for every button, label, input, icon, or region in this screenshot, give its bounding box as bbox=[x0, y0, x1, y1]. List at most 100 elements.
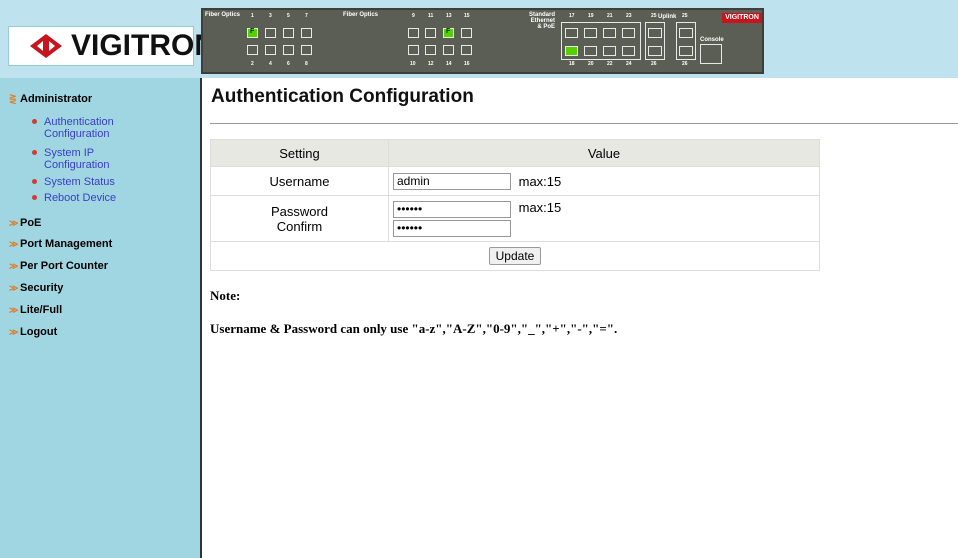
port-26 bbox=[648, 46, 662, 56]
brand-logo-icon bbox=[30, 34, 62, 58]
port-3 bbox=[265, 28, 276, 38]
sidebar-item-port-management[interactable]: ≫ Port Management bbox=[9, 238, 112, 250]
port-number: 22 bbox=[607, 61, 613, 67]
sidebar-item-poe[interactable]: ≫ PoE bbox=[9, 217, 41, 229]
port-16 bbox=[461, 45, 472, 55]
port-number: 24 bbox=[626, 61, 632, 67]
port-2 bbox=[247, 45, 258, 55]
sidebar-subitem-label: Reboot Device bbox=[44, 192, 117, 204]
sidebar-item-security[interactable]: ≫ Security bbox=[9, 282, 63, 294]
port-number: 5 bbox=[287, 13, 290, 19]
table-row: Password Confirm max:15 bbox=[210, 195, 820, 242]
port-number: 11 bbox=[428, 13, 434, 19]
port-22 bbox=[603, 46, 616, 56]
username-max-label: max:15 bbox=[518, 173, 562, 189]
column-header-setting: Setting bbox=[210, 139, 389, 167]
expanded-arrow-icon: ⋛ bbox=[9, 94, 17, 104]
port-20 bbox=[584, 46, 597, 56]
brand-badge: VIGITRON bbox=[722, 13, 762, 23]
sidebar-subitem-reboot[interactable]: Reboot Device bbox=[32, 192, 117, 204]
port-25 bbox=[648, 28, 662, 38]
port-number: 9 bbox=[412, 13, 415, 19]
port-15 bbox=[461, 28, 472, 38]
sidebar: ⋛ Administrator Authentication Configurat… bbox=[0, 78, 202, 558]
port-number: 14 bbox=[446, 61, 452, 67]
port-13: F bbox=[443, 28, 454, 38]
port-number: 13 bbox=[446, 13, 452, 19]
confirm-label: Confirm bbox=[276, 218, 323, 234]
collapsed-arrow-icon: ≫ bbox=[9, 305, 19, 315]
collapsed-arrow-icon: ≫ bbox=[9, 261, 19, 271]
port-number: 18 bbox=[569, 61, 575, 67]
port-number: 25 bbox=[651, 13, 657, 19]
port-10 bbox=[408, 45, 419, 55]
sidebar-subitem-label: Configuration bbox=[44, 159, 110, 171]
collapsed-arrow-icon: ≫ bbox=[9, 218, 19, 228]
bullet-icon bbox=[32, 179, 37, 184]
fiber-optics-label: Fiber Optics bbox=[205, 12, 241, 18]
port-number: 12 bbox=[428, 61, 434, 67]
fiber-optics-label: Fiber Optics bbox=[343, 12, 379, 18]
password-label: Password bbox=[270, 203, 329, 219]
port-23 bbox=[622, 28, 635, 38]
column-header-value: Value bbox=[388, 139, 820, 167]
port-number: 8 bbox=[305, 61, 308, 67]
port-number: 20 bbox=[588, 61, 594, 67]
bullet-icon bbox=[32, 195, 37, 200]
port-number: 15 bbox=[464, 13, 470, 19]
update-button[interactable]: Update bbox=[488, 247, 542, 265]
port-number: 21 bbox=[607, 13, 613, 19]
port-number: 17 bbox=[569, 13, 575, 19]
port-19 bbox=[584, 28, 597, 38]
port-number: 7 bbox=[305, 13, 308, 19]
port-5 bbox=[283, 28, 294, 38]
sidebar-subitem-label: System IP bbox=[44, 147, 95, 159]
update-cell: Update bbox=[210, 241, 820, 271]
sidebar-item-label: Logout bbox=[20, 326, 58, 338]
note-text: Username & Password can only use "a-z","… bbox=[210, 321, 618, 336]
title-divider bbox=[210, 123, 958, 124]
port-7 bbox=[301, 28, 312, 38]
fiber-port-letter: F bbox=[250, 28, 255, 35]
sidebar-subitem-system-ip[interactable]: System IP Configuration bbox=[32, 147, 110, 171]
brand-name: VIGITRON bbox=[71, 29, 217, 62]
console-label: Console bbox=[700, 37, 724, 43]
port-12 bbox=[425, 45, 436, 55]
auth-config-table: Setting Value Username max:15 Password C… bbox=[210, 139, 820, 271]
port-8 bbox=[301, 45, 312, 55]
password-max-label: max:15 bbox=[518, 200, 562, 216]
sidebar-subitem-label: System Status bbox=[44, 176, 115, 188]
table-header-row: Setting Value bbox=[210, 139, 820, 167]
port-number: 6 bbox=[287, 61, 290, 67]
port-14 bbox=[443, 45, 454, 55]
port-number: 16 bbox=[464, 61, 470, 67]
sidebar-item-logout[interactable]: ≫ Logout bbox=[9, 326, 57, 338]
sidebar-subitem-system-status[interactable]: System Status bbox=[32, 176, 115, 188]
port-26b bbox=[679, 46, 693, 56]
confirm-password-field[interactable] bbox=[393, 219, 511, 237]
port-21 bbox=[603, 28, 616, 38]
port-number: 26 bbox=[651, 61, 657, 67]
port-number: 2 bbox=[251, 61, 254, 67]
sidebar-subitem-authentication[interactable]: Authentication Configuration bbox=[32, 116, 114, 140]
username-label: Username bbox=[210, 166, 389, 196]
port-number: 3 bbox=[269, 13, 272, 19]
port-number: 25 bbox=[682, 13, 688, 19]
brand-logo: VIGITRON bbox=[8, 26, 216, 66]
sidebar-item-administrator[interactable]: ⋛ Administrator bbox=[9, 93, 92, 105]
console-port bbox=[700, 44, 722, 64]
port-number: 23 bbox=[626, 13, 632, 19]
table-row: Update bbox=[210, 241, 820, 271]
sidebar-item-per-port-counter[interactable]: ≫ Per Port Counter bbox=[9, 260, 108, 272]
password-labels: Password Confirm bbox=[210, 195, 389, 242]
password-field[interactable] bbox=[393, 200, 511, 218]
port-25b bbox=[679, 28, 693, 38]
bullet-icon bbox=[32, 150, 37, 155]
collapsed-arrow-icon: ≫ bbox=[9, 327, 19, 337]
port-number: 19 bbox=[588, 13, 594, 19]
header: VIGITRON Fiber Optics Fiber Optics Stand… bbox=[0, 0, 958, 78]
sidebar-item-lite-full[interactable]: ≫ Lite/Full bbox=[9, 304, 62, 316]
uplink-label: Uplink bbox=[658, 14, 677, 20]
username-field[interactable] bbox=[393, 172, 511, 190]
sidebar-item-label: Administrator bbox=[20, 93, 93, 105]
